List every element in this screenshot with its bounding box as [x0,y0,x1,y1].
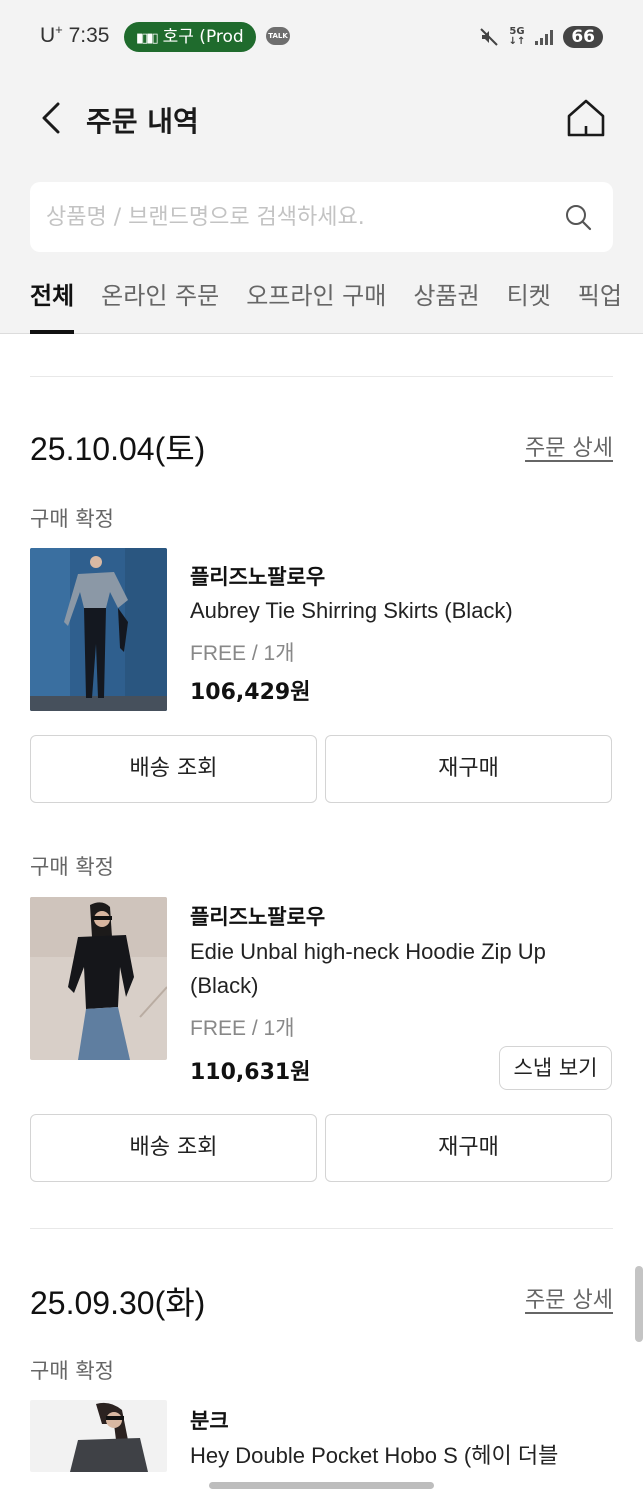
product-option: FREE / 1개 [190,1017,295,1040]
order-type-tabs: 전체 온라인 주문 오프라인 구매 상품권 티켓 픽업 [30,272,643,334]
order-detail-link[interactable]: 주문 상세 [525,1282,613,1314]
tab-all[interactable]: 전체 [30,272,75,334]
active-call-pill[interactable]: ▮▯▮▯ 호구 (Prod [124,22,256,52]
tab-gift-card[interactable]: 상품권 [413,272,479,334]
network-5g-icon: 5G ↓↑ [508,26,526,47]
app-header: 주문 내역 [0,88,643,148]
product-image[interactable] [30,897,167,1060]
tab-offline-purchase[interactable]: 오프라인 구매 [246,272,386,334]
search-icon[interactable] [564,203,592,231]
home-indicator[interactable] [209,1482,434,1489]
active-call-label: 호구 (Prod [162,27,244,47]
product-name[interactable]: Aubrey Tie Shirring Skirts (Black) [190,594,600,628]
back-arrow-icon[interactable] [36,98,70,138]
repurchase-button[interactable]: 재구매 [325,1114,612,1182]
home-icon[interactable] [564,96,608,140]
purchase-status: 구매 확정 [30,507,114,531]
product-image[interactable] [30,548,167,711]
purchase-status: 구매 확정 [30,855,114,879]
tab-ticket[interactable]: 티켓 [507,272,551,334]
search-box [30,182,613,252]
order-date: 25.10.04(토) [30,431,206,467]
status-time: 7:35 [68,24,110,47]
product-option: FREE / 1개 [190,642,295,665]
view-snap-button[interactable]: 스냅 보기 [499,1046,612,1090]
repurchase-button[interactable]: 재구매 [325,735,612,803]
carrier-plus: + [55,22,63,37]
status-icons: 5G ↓↑ 66 [479,22,603,52]
brand-name: 플리즈노팔로우 [190,565,326,589]
product-name[interactable]: Hey Double Pocket Hobo S (헤이 더블 [190,1439,600,1473]
purchase-status: 구매 확정 [30,1359,114,1383]
signal-icon [535,29,554,45]
product-price: 106,429원 [190,680,311,705]
carrier-label: U [40,24,56,47]
search-input[interactable] [46,182,556,252]
voice-wave-icon: ▮▯▮▯ [136,31,159,46]
status-carrier-time: U+ 7:35 [40,22,109,48]
product-name[interactable]: Edie Unbal high-neck Hoodie Zip Up (Blac… [190,935,600,1003]
scrollbar[interactable] [635,1266,643,1342]
brand-name: 플리즈노팔로우 [190,905,326,929]
page-title: 주문 내역 [86,105,199,138]
tab-pickup[interactable]: 픽업 [578,272,622,334]
order-detail-link[interactable]: 주문 상세 [525,430,613,462]
mute-icon [479,28,498,46]
status-bar: U+ 7:35 ▮▯▮▯ 호구 (Prod TALK 5G ↓↑ 66 [0,0,643,72]
order-date: 25.09.30(화) [30,1285,206,1321]
talk-notification-icon: TALK [266,27,290,45]
brand-name: 분크 [190,1409,229,1433]
product-price: 110,631원 [190,1060,311,1085]
track-delivery-button[interactable]: 배송 조회 [30,735,317,803]
tab-online-order[interactable]: 온라인 주문 [101,272,219,334]
track-delivery-button[interactable]: 배송 조회 [30,1114,317,1182]
section-divider [30,1228,613,1229]
section-divider [30,376,613,377]
product-image[interactable] [30,1400,167,1472]
battery-icon: 66 [563,26,603,48]
